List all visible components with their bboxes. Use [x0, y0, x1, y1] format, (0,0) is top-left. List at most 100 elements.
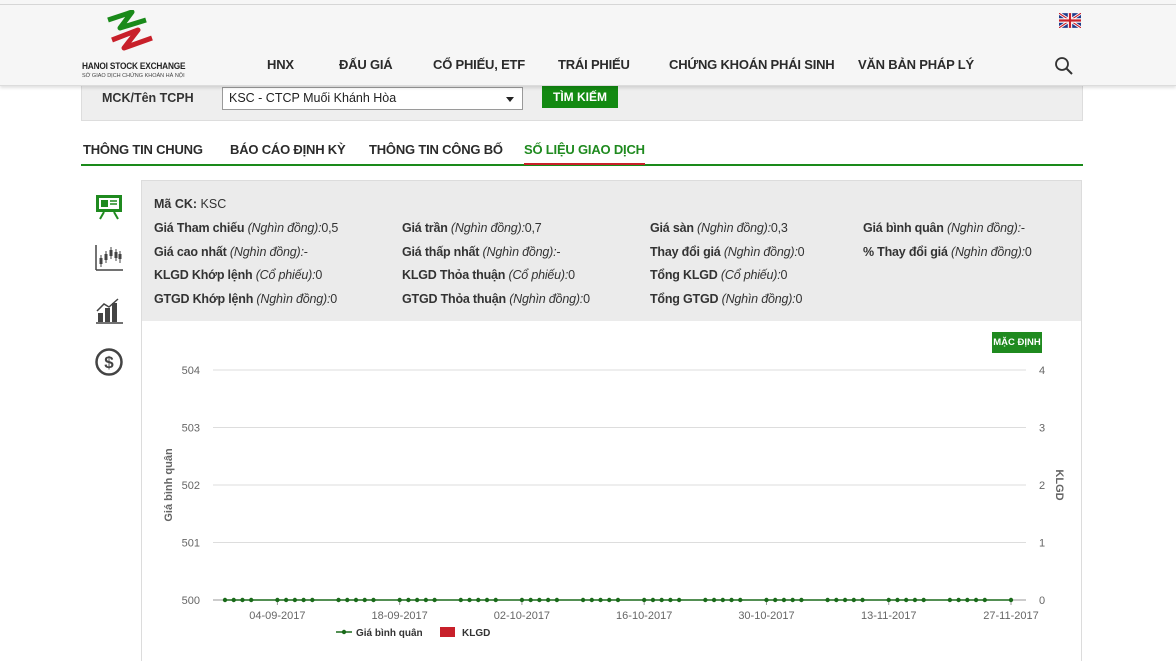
- x-tick-label: 04-09-2017: [249, 610, 305, 622]
- info-field: KLGD Khớp lệnh (Cổ phiếu):0: [154, 268, 322, 282]
- info-field-label: GTGD Thỏa thuận: [402, 292, 510, 306]
- info-field-label: Giá thấp nhất: [402, 245, 483, 259]
- info-field-value: -: [556, 245, 561, 259]
- data-point: [659, 597, 664, 603]
- data-point: [781, 597, 787, 603]
- data-point: [650, 597, 656, 603]
- uk-flag-icon[interactable]: [1059, 13, 1081, 28]
- candlestick-chart-icon[interactable]: [94, 243, 124, 273]
- legend-dot: [341, 629, 347, 635]
- nav-van-ban-phap-ly[interactable]: VĂN BẢN PHÁP LÝ: [858, 57, 974, 72]
- data-point: [519, 597, 525, 603]
- y-tick-label: 502: [182, 480, 200, 492]
- data-point: [397, 597, 402, 603]
- data-point: [668, 597, 673, 603]
- data-point: [353, 597, 359, 603]
- bar-chart-icon[interactable]: [94, 295, 124, 325]
- y-tick-label: 501: [182, 538, 200, 550]
- info-field-unit: (Nghìn đồng):: [482, 245, 557, 259]
- info-field-value: 0: [583, 292, 590, 306]
- info-field: Tổng KLGD (Cổ phiếu):0: [650, 268, 788, 282]
- info-field-unit: (Cổ phiếu):: [508, 268, 569, 282]
- site-header: HANOI STOCK EXCHANGE SỞ GIAO DỊCH CHỨNG …: [0, 0, 1176, 86]
- svg-text:$: $: [104, 353, 114, 372]
- info-field-label: Tổng GTGD: [650, 292, 722, 306]
- info-field-unit: (Nghìn đồng):: [947, 221, 1021, 235]
- info-field-value: 0,5: [321, 221, 339, 235]
- info-field-value: 0,7: [524, 221, 542, 235]
- search-icon[interactable]: [1054, 56, 1074, 76]
- info-field-label: Giá Tham chiếu: [154, 221, 248, 235]
- data-point: [222, 597, 228, 603]
- x-tick-label: 30-10-2017: [738, 610, 794, 622]
- nav-chung-khoan-phai-sinh[interactable]: CHỨNG KHOÁN PHÁI SINH: [669, 57, 835, 72]
- data-point: [842, 597, 848, 603]
- data-point: [790, 597, 795, 603]
- data-point: [703, 597, 708, 603]
- data-point: [773, 597, 778, 603]
- stock-code-value: KSC: [200, 197, 227, 211]
- dollar-circle-icon[interactable]: $: [94, 347, 124, 377]
- info-field-label: Giá trần: [402, 221, 451, 235]
- hnx-logo[interactable]: HANOI STOCK EXCHANGE SỞ GIAO DỊCH CHỨNG …: [82, 10, 186, 82]
- info-field-unit: (Nghìn đồng):: [450, 221, 525, 235]
- data-point: [589, 597, 594, 603]
- x-tick-label: 18-09-2017: [372, 610, 428, 622]
- data-point: [283, 597, 289, 603]
- data-point: [240, 597, 245, 603]
- nav-dau-gia[interactable]: ĐẤU GIÁ: [339, 57, 393, 72]
- data-point: [493, 597, 498, 603]
- presentation-board-icon[interactable]: [94, 191, 124, 221]
- company-tabs: THÔNG TIN CHUNG BÁO CÁO ĐỊNH KỲ THÔNG TI…: [81, 138, 1083, 166]
- info-field: Giá sàn (Nghìn đồng):0,3: [650, 221, 788, 235]
- y2-tick-label: 3: [1039, 423, 1045, 435]
- data-point: [362, 597, 367, 603]
- data-point: [956, 597, 961, 603]
- data-point: [554, 597, 560, 603]
- info-field: Giá cao nhất (Nghìn đồng):-: [154, 245, 308, 259]
- info-field: GTGD Khớp lệnh (Nghìn đồng):0: [154, 292, 337, 306]
- data-point: [886, 597, 891, 603]
- y-tick-label: 503: [182, 423, 200, 435]
- search-button[interactable]: TÌM KIẾM: [542, 86, 618, 108]
- chevron-down-icon: [506, 97, 514, 102]
- info-field-unit: (Nghìn đồng):: [723, 245, 798, 259]
- nav-trai-phieu[interactable]: TRÁI PHIẾU: [558, 57, 630, 72]
- data-point: [336, 597, 341, 603]
- info-field: % Thay đổi giá (Nghìn đồng):0: [863, 245, 1032, 259]
- info-field: KLGD Thỏa thuận (Cổ phiếu):0: [402, 268, 575, 282]
- tab-thong-tin-chung[interactable]: THÔNG TIN CHUNG: [83, 142, 203, 157]
- data-point: [406, 597, 411, 603]
- stock-select[interactable]: KSC - CTCP Muối Khánh Hòa: [222, 87, 523, 110]
- hnx-logo-icon: [107, 10, 153, 51]
- info-field-value: 0: [1024, 245, 1032, 259]
- tab-bao-cao-dinh-ky[interactable]: BÁO CÁO ĐỊNH KỲ: [230, 142, 346, 157]
- data-point: [249, 597, 254, 603]
- data-point: [598, 597, 603, 603]
- info-field-value: 0: [330, 292, 338, 306]
- data-point: [292, 597, 298, 603]
- nav-co-phieu-etf[interactable]: CỔ PHIẾU, ETF: [433, 57, 525, 72]
- data-point: [904, 597, 909, 603]
- default-button[interactable]: MẶC ĐỊNH: [992, 332, 1042, 353]
- tab-so-lieu-giao-dich[interactable]: SỐ LIỆU GIAO DỊCH: [524, 142, 645, 165]
- tab-thong-tin-cong-bo[interactable]: THÔNG TIN CÔNG BỐ: [369, 142, 503, 157]
- nav-hnx[interactable]: HNX: [267, 57, 294, 72]
- info-field-label: Thay đổi giá: [650, 245, 724, 259]
- trading-info-box: Mã CK: KSC Giá Tham chiếu (Nghìn đồng):0…: [141, 180, 1082, 322]
- info-field-value: 0,3: [770, 221, 788, 235]
- data-point: [1008, 597, 1014, 603]
- info-field-unit: (Nghìn đồng):: [247, 221, 322, 235]
- stock-search-panel: MCK/Tên TCPH KSC - CTCP Muối Khánh Hòa T…: [81, 80, 1083, 121]
- info-field-label: % Thay đổi giá: [863, 245, 951, 259]
- data-point: [729, 597, 734, 603]
- data-point: [580, 597, 586, 603]
- data-point: [676, 597, 682, 603]
- info-field-label: GTGD Khớp lệnh: [154, 292, 257, 306]
- info-field-value: 0: [315, 268, 323, 282]
- data-point: [432, 597, 437, 603]
- info-field-unit: (Nghìn đồng):: [951, 245, 1025, 259]
- y-tick-label: 504: [182, 365, 200, 377]
- info-field: Giá thấp nhất (Nghìn đồng):-: [402, 245, 561, 259]
- data-point: [310, 597, 315, 603]
